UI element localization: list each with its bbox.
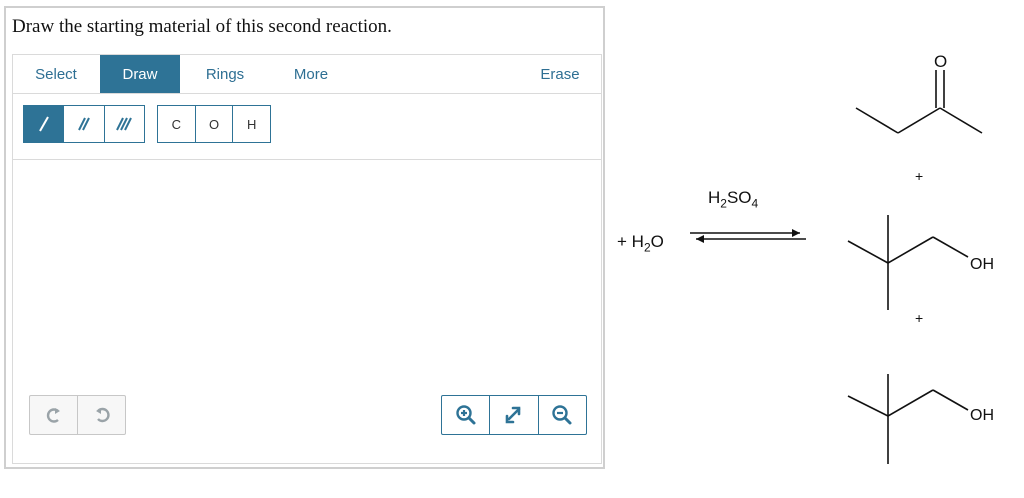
ketone-oxygen: O <box>934 52 948 71</box>
acid-sub2: 4 <box>751 196 759 211</box>
tab-select[interactable]: Select <box>13 55 99 93</box>
tab-rings[interactable]: Rings <box>185 55 265 93</box>
plus-sign-1: + <box>915 168 924 184</box>
tab-more[interactable]: More <box>271 55 351 93</box>
triple-bond-icon[interactable] <box>105 106 144 142</box>
water-o: O <box>650 232 664 251</box>
atom-group: C O H <box>157 105 271 143</box>
zoom-in-icon[interactable] <box>442 396 491 434</box>
water-h: H <box>631 232 644 251</box>
history-controls <box>29 395 126 435</box>
draw-subtoolbar: C O H <box>13 93 601 160</box>
single-bond-icon[interactable] <box>24 106 65 142</box>
zoom-controls <box>441 395 587 435</box>
drawing-editor[interactable]: Select Draw Rings More Erase C O H <box>12 54 602 464</box>
redo-icon[interactable] <box>78 396 125 434</box>
tab-draw[interactable]: Draw <box>100 55 180 93</box>
double-bond-icon[interactable] <box>64 106 105 142</box>
plus-sign-2: + <box>915 310 924 326</box>
erase-button[interactable]: Erase <box>525 55 595 93</box>
butanone-structure <box>855 70 983 134</box>
acid-h: H <box>708 188 721 207</box>
acid-so: SO <box>726 188 752 207</box>
undo-icon[interactable] <box>30 396 78 434</box>
bond-group <box>23 105 145 143</box>
oh-label-2: OH <box>970 407 994 424</box>
zoom-out-icon[interactable] <box>539 396 586 434</box>
atom-oxygen-button[interactable]: O <box>196 106 234 142</box>
question-panel: Draw the starting material of this secon… <box>4 6 605 469</box>
water-subscript: 2 <box>643 240 651 255</box>
editor-toolbar: Select Draw Rings More Erase <box>13 55 601 94</box>
equilibrium-arrow-icon <box>690 229 806 243</box>
atom-hydrogen-button[interactable]: H <box>233 106 270 142</box>
water-reactant: + H2O <box>617 232 664 254</box>
acid-sub1: 2 <box>720 196 727 211</box>
reaction-scheme: + H2O H2SO4 O + OH + OH <box>608 0 1024 498</box>
oh-label-1: OH <box>970 256 994 273</box>
question-text: Draw the starting material of this secon… <box>12 16 392 37</box>
acid-reagent: H2SO4 <box>708 188 758 210</box>
plus-sign: + <box>617 232 627 251</box>
reset-zoom-icon[interactable] <box>490 396 539 434</box>
atom-carbon-button[interactable]: C <box>158 106 196 142</box>
